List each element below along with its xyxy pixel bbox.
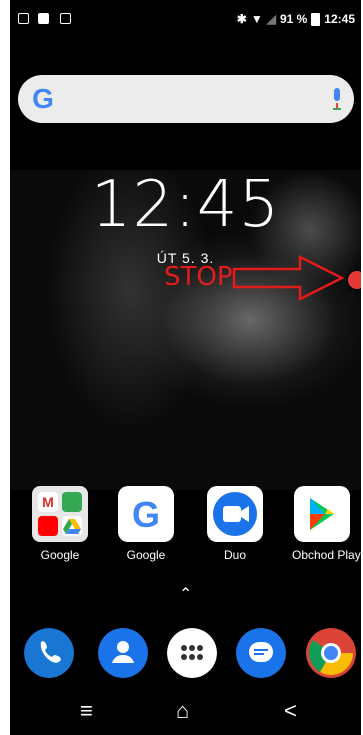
screen: ✱ ▼ ◢ 91 % 12:45 G 12:45 ÚT 5. 3. STOP M…	[0, 0, 363, 735]
annotation-arrow-icon	[232, 255, 344, 301]
navigation-bar: ≡ ⌂ <	[10, 690, 361, 735]
chrome-icon[interactable]	[306, 628, 356, 678]
back-button[interactable]: <	[284, 698, 297, 724]
home-button[interactable]: ⌂	[176, 698, 189, 724]
play-store-icon	[294, 486, 350, 542]
stop-annotation: STOP	[164, 262, 233, 292]
app-label: Google	[40, 548, 80, 562]
google-logo-icon: G	[32, 83, 54, 114]
wifi-icon: ▼	[250, 12, 263, 26]
lockscreen-clock: 12:45	[90, 168, 281, 242]
app-drawer-icon[interactable]	[167, 628, 217, 678]
app-label: Google	[126, 548, 166, 562]
phone-icon[interactable]	[24, 628, 74, 678]
app-label: Obchod Play	[292, 548, 361, 562]
app-google[interactable]: G Google	[116, 486, 176, 562]
left-margin	[0, 0, 10, 735]
google-folder-icon: M	[32, 486, 88, 542]
phone-display: ✱ ▼ ◢ 91 % 12:45 G 12:45 ÚT 5. 3. STOP M…	[10, 0, 361, 735]
file-notification-icon	[60, 13, 71, 24]
duo-icon	[207, 486, 263, 542]
app-play-store[interactable]: Obchod Play	[292, 486, 361, 562]
maps-icon	[62, 492, 82, 512]
contacts-icon[interactable]	[98, 628, 148, 678]
menu-button[interactable]: ≡	[80, 698, 93, 724]
drive-icon	[62, 516, 82, 536]
google-icon: G	[118, 486, 174, 542]
status-time: 12:45	[324, 12, 355, 26]
app-duo[interactable]: Duo	[205, 486, 265, 562]
mic-icon[interactable]	[332, 87, 342, 111]
app-google-folder[interactable]: M Google	[30, 486, 90, 562]
battery-percent: 91 %	[279, 12, 308, 26]
battery-icon	[311, 12, 321, 26]
play-notification-icon	[18, 13, 29, 24]
gmail-icon: M	[38, 492, 58, 512]
signal-icon: ◢	[266, 12, 276, 26]
bluetooth-icon: ✱	[236, 12, 247, 26]
app-label: Duo	[223, 548, 246, 562]
status-bar: ✱ ▼ ◢ 91 % 12:45	[10, 0, 361, 40]
chevron-up-icon[interactable]: ⌃	[179, 584, 192, 604]
messages-icon[interactable]	[236, 628, 286, 678]
youtube-icon	[38, 516, 58, 536]
image-notification-icon	[38, 13, 49, 24]
record-dot-icon[interactable]	[346, 269, 361, 291]
status-right: ✱ ▼ ◢ 91 % 12:45	[237, 12, 355, 26]
google-search-bar[interactable]: G	[18, 75, 354, 123]
